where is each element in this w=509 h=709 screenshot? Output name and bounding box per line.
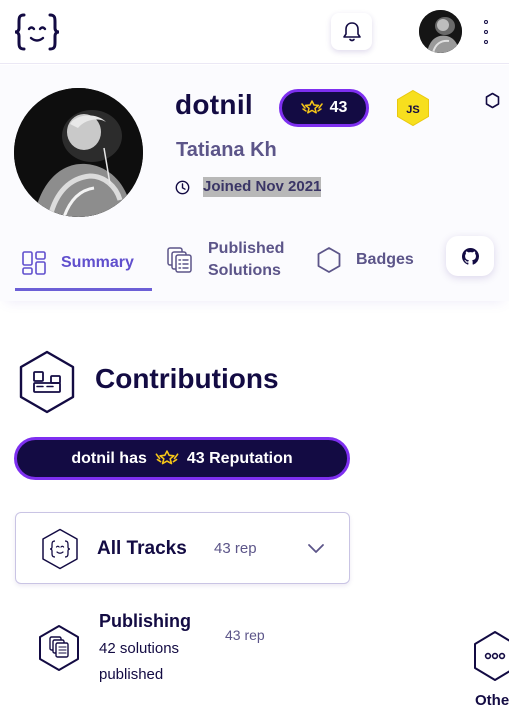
reputation-banner-prefix: dotnil has [71,449,147,467]
github-icon [461,247,479,265]
contributions-icon [19,350,75,414]
kebab-dot [484,40,488,44]
track-filter-rep: 43 rep [214,540,257,557]
track-filter-name: All Tracks [97,538,187,559]
published-solutions-icon [167,246,192,273]
more-menu-button[interactable] [480,20,492,44]
user-avatar[interactable] [419,10,462,53]
joined-date: Joined Nov 2021 [203,177,322,197]
github-link-button[interactable] [446,236,494,276]
clock-icon [175,180,190,195]
tab-published-solutions[interactable]: Published Solutions [166,237,284,282]
badge-language-label: JS [406,104,419,116]
summary-grid-icon [22,250,46,275]
tab-summary[interactable]: Summary [15,237,152,291]
exercism-hex-icon [42,528,78,570]
exercism-logo-icon[interactable] [14,12,60,52]
top-nav-bar [0,0,509,64]
profile-avatar [14,88,143,217]
tab-label-line2: Solutions [208,261,281,279]
bell-icon [342,21,361,41]
js-hex-icon: JS [397,89,429,127]
publishing-rep: 43 rep [225,627,265,643]
track-filter-select[interactable]: All Tracks 43 rep [15,512,350,584]
other-contributions-icon [474,631,509,681]
profile-full-name: Tatiana Kh [176,139,277,161]
hexagon-badge-icon [317,247,341,273]
other-contributions-title: Other [475,692,509,709]
tab-label-line1: Published [208,239,285,257]
profile-photo [14,88,143,217]
reputation-banner: dotnil has 43 Reputation [14,437,350,480]
reputation-icon [300,100,323,114]
avatar-photo [419,10,462,53]
hexagon-icon[interactable] [484,92,501,109]
contributions-heading: Contributions [95,363,279,394]
tab-badges[interactable]: Badges [316,245,414,275]
reputation-chip[interactable]: 43 [279,89,369,127]
tab-summary-label: Summary [61,253,134,271]
profile-handle: dotnil [175,89,253,120]
chevron-down-icon [308,544,324,553]
reputation-icon [155,450,179,465]
publishing-description: 42 solutions published [99,640,180,683]
tab-published-solutions-label: Published Solutions [208,238,284,282]
notifications-button[interactable] [331,13,372,50]
kebab-dot [484,30,488,34]
kebab-dot [484,20,488,24]
publishing-icon [39,625,79,671]
javascript-track-badge[interactable]: JS [394,89,432,127]
reputation-banner-value: 43 Reputation [186,449,293,467]
reputation-value: 43 [329,99,348,116]
tab-badges-label: Badges [356,251,414,268]
publishing-title: Publishing [99,611,191,631]
